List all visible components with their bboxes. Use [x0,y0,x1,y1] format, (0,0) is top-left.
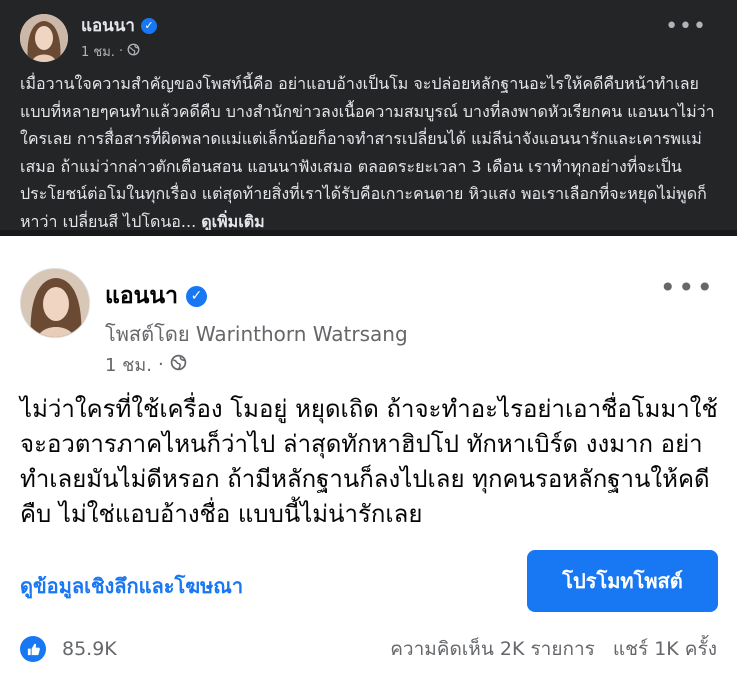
shared-post-author-name[interactable]: แอนนา [105,278,178,314]
insights-and-ads-link[interactable]: ดูข้อมูลเชิงลึกและโฆษณา [20,570,243,602]
share-count[interactable]: แชร์ 1K ครั้ง [613,634,717,664]
engagement-stats: 85.9K ความคิดเห็น 2K รายการ แชร์ 1K ครั้… [20,634,717,664]
top-post-body: เมื่อวานใจความสำคัญของโพสท์นี้คือ อย่าแอ… [20,74,715,231]
more-options-icon[interactable]: ••• [665,16,707,38]
verified-badge-icon: ✓ [186,285,207,307]
like-count[interactable]: 85.9K [62,638,117,660]
top-post-header: แอนนา ✓ [81,12,157,39]
shared-post: แอนนา ✓ โพสต์โดย Warinthorn Watrsang 1 ช… [0,236,737,675]
top-post-author-name[interactable]: แอนนา [81,12,135,39]
top-post-timestamp[interactable]: 1 ชม. [81,41,115,62]
verified-badge-icon: ✓ [140,17,157,34]
more-options-icon[interactable]: ••• [659,274,715,302]
top-post-text: เมื่อวานใจความสำคัญของโพสท์นี้คือ อย่าแอ… [20,70,720,235]
posted-by-label: โพสต์โดย Warinthorn Watrsang [105,322,408,346]
shared-post-header: แอนนา ✓ [105,278,207,314]
shared-post-body: ไม่ว่าใครที่ใช้เครื่อง โมอยู่ หยุดเถิด ถ… [20,395,718,528]
top-post: แอนนา ✓ 1 ชม. · ••• เมื่อวานใจความสำคัญข… [0,0,737,231]
shared-post-avatar[interactable] [20,268,90,338]
shared-post-meta: 1 ชม. · [105,350,187,379]
like-icon[interactable] [20,636,46,662]
globe-icon [127,43,140,60]
globe-icon [170,354,187,376]
see-more-link[interactable]: ดูเพิ่มเติม [201,212,264,231]
top-post-meta: 1 ชม. · [81,41,140,62]
comment-count[interactable]: ความคิดเห็น 2K รายการ [390,634,595,664]
shared-post-timestamp[interactable]: 1 ชม. [105,350,152,379]
top-post-avatar[interactable] [20,14,68,62]
promote-post-button[interactable]: โปรโมทโพสต์ [527,550,718,612]
